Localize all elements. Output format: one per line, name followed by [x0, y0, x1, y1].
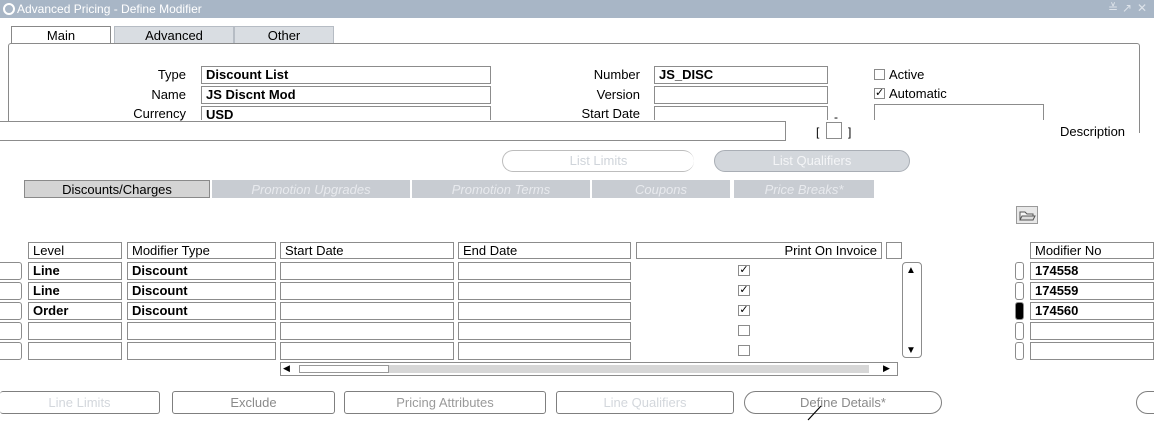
start-date-field[interactable] — [654, 106, 828, 120]
tab-discounts-charges[interactable]: Discounts/Charges — [24, 180, 210, 198]
row-selector[interactable] — [1015, 342, 1024, 360]
column-header-start-date: Start Date — [280, 242, 454, 259]
version-label: Version — [596, 87, 640, 102]
column-header-modifier-no: Modifier No — [1030, 242, 1154, 259]
print-on-invoice-checkbox[interactable]: ✓ — [738, 265, 750, 276]
horizontal-scrollbar[interactable]: ◀ ▶ — [280, 362, 898, 376]
table-cell-end-date[interactable] — [458, 282, 631, 300]
current-row-indicator[interactable] — [1015, 302, 1024, 320]
table-cell-modifier-no[interactable]: 174560 — [1030, 302, 1154, 320]
column-header-level: Level — [28, 242, 122, 259]
description-label: Description — [1060, 124, 1126, 139]
folder-open-icon[interactable] — [1016, 206, 1038, 224]
vertical-scrollbar[interactable]: ▲ ▼ — [902, 262, 922, 358]
line-limits-button[interactable]: Line Limits — [0, 391, 160, 414]
left-row-stubs — [0, 262, 24, 360]
table-cell-level[interactable]: Order — [28, 302, 122, 320]
type-field[interactable]: Discount List — [201, 66, 491, 84]
table-cell-end-date[interactable] — [458, 322, 631, 340]
minimize-icon[interactable]: ≚ — [1108, 1, 1118, 15]
name-field[interactable]: JS Discnt Mod — [201, 86, 491, 104]
automatic-checkbox[interactable]: ✓ — [874, 88, 885, 99]
column-header-modifier-type: Modifier Type — [127, 242, 276, 259]
table-cell-modifier-type[interactable] — [127, 342, 276, 360]
table-cell-end-date[interactable] — [458, 302, 631, 320]
cursor-icon — [807, 405, 822, 421]
tab-price-breaks[interactable]: Price Breaks* — [734, 180, 874, 198]
name-label: Name — [151, 87, 186, 102]
tab-promotion-terms[interactable]: Promotion Terms — [412, 180, 590, 198]
window-titlebar: Advanced Pricing - Define Modifier ≚ ↗ ✕ — [0, 0, 1154, 18]
list-qualifiers-button[interactable]: List Qualifiers — [714, 150, 910, 172]
system-menu-icon[interactable] — [3, 3, 15, 15]
column-header-print-on-invoice: Print On Invoice — [636, 242, 882, 259]
scroll-right-icon[interactable]: ▶ — [883, 363, 890, 374]
row-selector[interactable] — [1015, 322, 1024, 340]
currency-field[interactable]: USD — [201, 106, 491, 120]
table-cell-start-date[interactable] — [280, 262, 454, 280]
line-qualifiers-button[interactable]: Line Qualifiers — [556, 391, 734, 414]
tab-main[interactable]: Main — [11, 26, 111, 44]
table-cell-modifier-no[interactable]: 174559 — [1030, 282, 1154, 300]
print-on-invoice-checkbox[interactable] — [738, 325, 750, 336]
table-cell-modifier-no[interactable]: 174558 — [1030, 262, 1154, 280]
scroll-track — [389, 365, 869, 373]
print-on-invoice-checkbox[interactable]: ✓ — [738, 285, 750, 296]
table-cell-start-date[interactable] — [280, 282, 454, 300]
table-cell-end-date[interactable] — [458, 262, 631, 280]
table-cell-level[interactable]: Line — [28, 282, 122, 300]
table-cell-modifier-no[interactable] — [1030, 322, 1154, 340]
bracket-close: ] — [848, 125, 852, 139]
scroll-left-icon[interactable]: ◀ — [283, 363, 290, 374]
description-flex-field[interactable] — [826, 122, 842, 139]
tab-coupons[interactable]: Coupons — [592, 180, 730, 198]
tab-other[interactable]: Other — [234, 26, 334, 44]
automatic-label: Automatic — [889, 86, 947, 101]
define-details-button[interactable]: Define Details* — [744, 391, 942, 414]
table-cell-level[interactable] — [28, 322, 122, 340]
number-field[interactable]: JS_DISC — [654, 66, 828, 84]
column-header-end-date: End Date — [458, 242, 631, 259]
table-cell-modifier-type[interactable] — [127, 322, 276, 340]
close-icon[interactable]: ✕ — [1137, 1, 1147, 15]
start-date-label: Start Date — [581, 106, 640, 121]
tab-advanced[interactable]: Advanced — [114, 26, 234, 44]
version-field[interactable] — [654, 86, 828, 104]
active-checkbox[interactable] — [874, 69, 885, 80]
tab-promotion-upgrades[interactable]: Promotion Upgrades — [212, 180, 410, 198]
pricing-attributes-button[interactable]: Pricing Attributes — [344, 391, 546, 414]
currency-label: Currency — [133, 106, 186, 121]
table-cell-start-date[interactable] — [280, 342, 454, 360]
print-on-invoice-checkbox[interactable]: ✓ — [738, 305, 750, 316]
table-cell-end-date[interactable] — [458, 342, 631, 360]
active-label: Active — [889, 67, 925, 82]
table-cell-level[interactable] — [28, 342, 122, 360]
table-cell-level[interactable]: Line — [28, 262, 122, 280]
number-label: Number — [593, 67, 640, 82]
scroll-thumb[interactable] — [299, 365, 389, 373]
bracket-open: [ — [816, 125, 820, 139]
end-date-field[interactable] — [874, 104, 1044, 120]
table-cell-modifier-type[interactable]: Discount — [127, 282, 276, 300]
scroll-up-icon[interactable]: ▲ — [906, 265, 916, 276]
extra-button-partial[interactable] — [1136, 391, 1154, 414]
type-label: Type — [157, 67, 186, 82]
description-field[interactable] — [0, 121, 786, 141]
table-cell-start-date[interactable] — [280, 322, 454, 340]
scroll-down-icon[interactable]: ▼ — [906, 345, 916, 356]
print-on-invoice-checkbox[interactable] — [738, 345, 750, 356]
table-cell-start-date[interactable] — [280, 302, 454, 320]
table-cell-modifier-type[interactable]: Discount — [127, 262, 276, 280]
row-selector[interactable] — [1015, 282, 1024, 300]
row-selector[interactable] — [1015, 262, 1024, 280]
table-cell-modifier-no[interactable] — [1030, 342, 1154, 360]
window-title: Advanced Pricing - Define Modifier — [17, 2, 202, 16]
maximize-icon[interactable]: ↗ — [1122, 1, 1132, 15]
table-cell-modifier-type[interactable]: Discount — [127, 302, 276, 320]
column-header-extra — [886, 242, 902, 259]
exclude-button[interactable]: Exclude — [172, 391, 335, 414]
list-limits-button[interactable]: List Limits — [502, 150, 694, 172]
